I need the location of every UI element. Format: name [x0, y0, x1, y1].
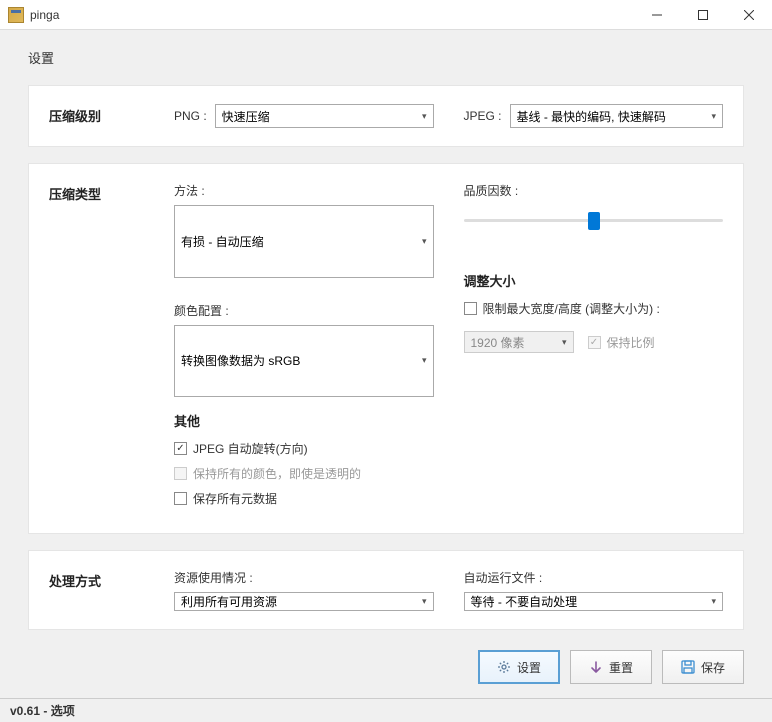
chevron-down-icon: ▾ — [422, 111, 427, 122]
statusbar: v0.61 - 选项 — [0, 698, 772, 722]
settings-heading: 设置 — [28, 48, 744, 67]
quality-label: 品质因数 : — [464, 182, 724, 199]
reset-button-label: 重置 — [609, 659, 633, 676]
gear-icon — [497, 660, 511, 674]
color-label: 颜色配置 : — [174, 302, 434, 319]
status-text: v0.61 - 选项 — [10, 702, 75, 719]
content-area: 设置 压缩级别 PNG : 快速压缩 ▾ JPEG : 基线 - 最快的编码, … — [0, 30, 772, 640]
panel-compression-type: 压缩类型 方法 : 有损 - 自动压缩 ▾ 颜色配置 : 转换图像数据为 sRG… — [28, 163, 744, 534]
app-icon — [8, 7, 24, 23]
quality-slider[interactable] — [464, 207, 724, 237]
other-title: 其他 — [174, 411, 434, 430]
autorun-label: 自动运行文件 : — [464, 569, 724, 586]
maximize-button[interactable] — [680, 0, 726, 30]
reset-button[interactable]: 重置 — [570, 650, 652, 684]
keep-colors-checkbox — [174, 467, 187, 480]
keep-ratio-label: 保持比例 — [607, 334, 655, 351]
keep-colors-label: 保持所有的颜色，即使是透明的 — [193, 465, 361, 482]
jpeg-auto-rotate-label: JPEG 自动旋转(方向) — [193, 440, 308, 457]
keep-metadata-checkbox[interactable] — [174, 492, 187, 505]
save-button-label: 保存 — [701, 659, 725, 676]
panel-compression-level: 压缩级别 PNG : 快速压缩 ▾ JPEG : 基线 - 最快的编码, 快速解… — [28, 85, 744, 147]
save-button[interactable]: 保存 — [662, 650, 744, 684]
resize-title: 调整大小 — [464, 271, 724, 290]
method-select[interactable]: 有损 - 自动压缩 ▾ — [174, 205, 434, 278]
close-button[interactable] — [726, 0, 772, 30]
jpeg-label: JPEG : — [464, 109, 502, 123]
section-title-compression-type: 压缩类型 — [49, 182, 174, 515]
chevron-down-icon: ▾ — [422, 236, 427, 247]
reset-icon — [589, 660, 603, 674]
chevron-down-icon: ▾ — [711, 111, 716, 122]
jpeg-select[interactable]: 基线 - 最快的编码, 快速解码 ▾ — [510, 104, 723, 128]
resource-select[interactable]: 利用所有可用资源 ▾ — [174, 592, 434, 611]
settings-button-label: 设置 — [517, 659, 541, 676]
slider-thumb[interactable] — [588, 212, 600, 230]
keep-ratio-checkbox: ✓ — [588, 336, 601, 349]
window-title: pinga — [30, 8, 634, 22]
autorun-select-value: 等待 - 不要自动处理 — [471, 593, 712, 610]
close-icon — [744, 10, 754, 20]
color-select[interactable]: 转换图像数据为 sRGB ▾ — [174, 325, 434, 398]
resource-select-value: 利用所有可用资源 — [181, 593, 422, 610]
minimize-button[interactable] — [634, 0, 680, 30]
autorun-select[interactable]: 等待 - 不要自动处理 ▾ — [464, 592, 724, 611]
chevron-down-icon: ▾ — [562, 337, 567, 348]
png-label: PNG : — [174, 109, 207, 123]
jpeg-select-value: 基线 - 最快的编码, 快速解码 — [517, 108, 712, 125]
titlebar: pinga — [0, 0, 772, 30]
footer-buttons: 设置 重置 保存 — [0, 640, 772, 698]
chevron-down-icon: ▾ — [422, 355, 427, 366]
section-title-compression-level: 压缩级别 — [49, 104, 174, 128]
minimize-icon — [652, 10, 662, 20]
window-controls — [634, 0, 772, 30]
settings-button[interactable]: 设置 — [478, 650, 560, 684]
save-icon — [681, 660, 695, 674]
chevron-down-icon: ▾ — [711, 596, 716, 607]
method-label: 方法 : — [174, 182, 434, 199]
maximize-icon — [698, 10, 708, 20]
panel-processing: 处理方式 资源使用情况 : 利用所有可用资源 ▾ 自动运行文件 : 等待 - 不… — [28, 550, 744, 630]
png-select[interactable]: 快速压缩 ▾ — [215, 104, 434, 128]
method-select-value: 有损 - 自动压缩 — [181, 233, 422, 250]
jpeg-auto-rotate-checkbox[interactable]: ✓ — [174, 442, 187, 455]
resize-limit-label: 限制最大宽度/高度 (调整大小为) : — [483, 300, 660, 317]
resize-value-select: 1920 像素 ▾ — [464, 331, 574, 353]
keep-metadata-label: 保存所有元数据 — [193, 490, 277, 507]
section-title-processing: 处理方式 — [49, 569, 174, 611]
chevron-down-icon: ▾ — [422, 596, 427, 607]
png-select-value: 快速压缩 — [222, 108, 422, 125]
color-select-value: 转换图像数据为 sRGB — [181, 352, 422, 369]
resize-limit-checkbox[interactable] — [464, 302, 477, 315]
resource-label: 资源使用情况 : — [174, 569, 434, 586]
resize-value: 1920 像素 — [471, 334, 562, 351]
